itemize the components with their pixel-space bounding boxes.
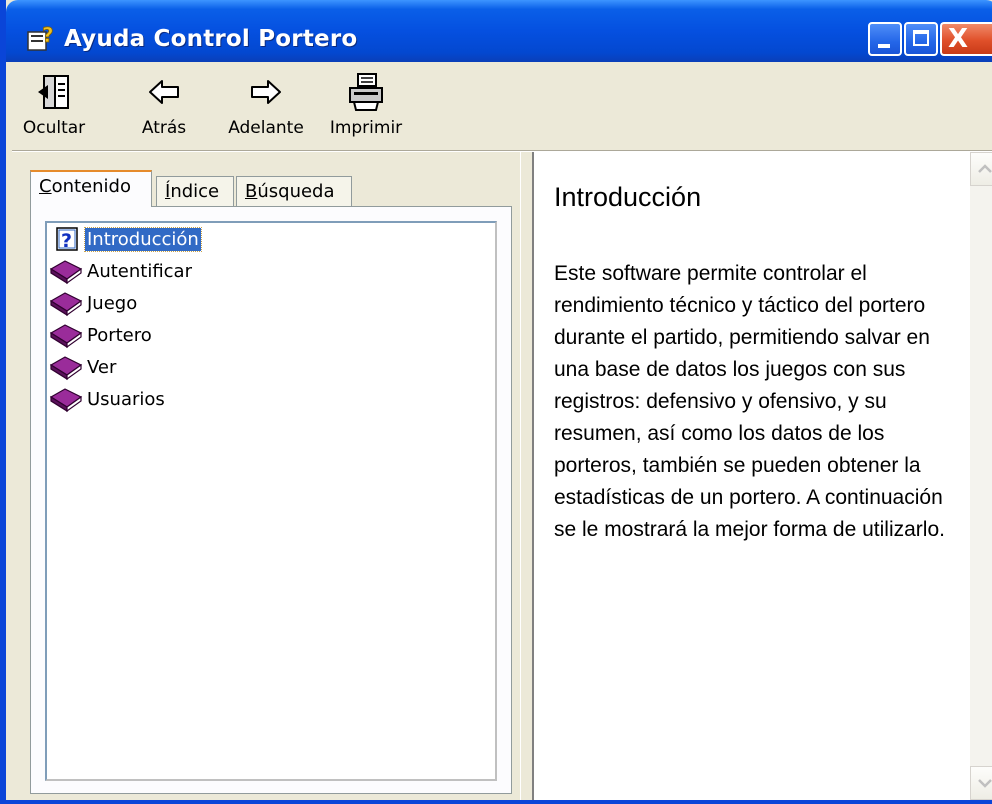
back-button[interactable]: Atrás bbox=[132, 72, 196, 138]
close-button[interactable]: X bbox=[940, 22, 992, 56]
topic-body: Este software permite controlar el rendi… bbox=[554, 262, 945, 541]
help-window: ? Ayuda Control Portero X Ocultar Atrás … bbox=[0, 0, 992, 804]
hide-label: Ocultar bbox=[22, 118, 86, 138]
tab-busqueda-label: úsqueda bbox=[257, 181, 335, 202]
print-button[interactable]: Imprimir bbox=[326, 72, 406, 138]
tree-item-usuarios[interactable]: Usuarios bbox=[49, 385, 167, 413]
tree-item-juego[interactable]: Juego bbox=[49, 289, 139, 317]
tab-contenido-mnemonic: C bbox=[39, 176, 52, 197]
tree-item-label: Autentificar bbox=[87, 260, 192, 282]
hide-pane-icon bbox=[38, 75, 69, 109]
contents-panel: ? Introducción Autentificar Juego Porter… bbox=[30, 206, 512, 794]
tab-contenido[interactable]: Contenido bbox=[30, 170, 152, 207]
toolbar: Ocultar Atrás Adelante Imprimir bbox=[12, 62, 992, 152]
tab-busqueda-mnemonic: B bbox=[245, 181, 258, 202]
contents-tree[interactable]: ? Introducción Autentificar Juego Porter… bbox=[45, 221, 497, 781]
scroll-down-button[interactable] bbox=[970, 766, 992, 800]
help-page-icon: ? bbox=[56, 227, 78, 252]
back-arrow-icon bbox=[149, 80, 179, 104]
tab-indice-label: ndice bbox=[170, 181, 220, 202]
print-label: Imprimir bbox=[329, 118, 403, 138]
tab-indice[interactable]: Índice bbox=[156, 176, 234, 206]
chevron-up-icon bbox=[978, 164, 992, 173]
scroll-up-button[interactable] bbox=[970, 152, 992, 186]
svg-text:?: ? bbox=[42, 24, 54, 47]
pane-splitter[interactable] bbox=[520, 152, 534, 800]
forward-arrow-icon bbox=[251, 80, 281, 104]
vertical-scrollbar[interactable] bbox=[970, 152, 992, 800]
tab-contenido-label: ontenido bbox=[51, 176, 131, 197]
tree-item-label: Portero bbox=[87, 324, 152, 346]
tree-item-label: Introducción bbox=[84, 226, 202, 252]
hide-button[interactable]: Ocultar bbox=[16, 72, 92, 138]
tree-item-label: Usuarios bbox=[87, 388, 165, 410]
tree-item-label: Ver bbox=[87, 356, 117, 378]
topic-pane: Introducción Este software permite contr… bbox=[534, 152, 970, 800]
navigation-pane: Contenido Índice Búsqueda ? Introducción bbox=[12, 152, 520, 800]
maximize-button[interactable] bbox=[904, 22, 938, 56]
book-icon bbox=[49, 388, 83, 413]
book-icon bbox=[49, 260, 83, 285]
forward-label: Adelante bbox=[228, 118, 304, 138]
tree-item-ver[interactable]: Ver bbox=[49, 353, 118, 381]
book-icon bbox=[49, 356, 83, 381]
tree-item-autentificar[interactable]: Autentificar bbox=[49, 257, 194, 285]
back-label: Atrás bbox=[141, 118, 187, 138]
close-icon: X bbox=[948, 24, 969, 54]
tree-item-introduccion[interactable]: ? Introducción bbox=[49, 225, 202, 253]
maximize-icon bbox=[913, 30, 929, 46]
help-book-icon: ? bbox=[27, 24, 54, 51]
book-icon bbox=[49, 292, 83, 317]
topic-heading: Introducción bbox=[554, 182, 702, 212]
book-icon bbox=[49, 324, 83, 349]
svg-text:?: ? bbox=[61, 230, 72, 252]
tree-item-portero[interactable]: Portero bbox=[49, 321, 154, 349]
printer-icon bbox=[349, 73, 383, 111]
tab-busqueda[interactable]: Búsqueda bbox=[236, 176, 352, 206]
forward-button[interactable]: Adelante bbox=[220, 72, 312, 138]
chevron-down-icon bbox=[978, 779, 992, 788]
minimize-icon bbox=[878, 44, 890, 48]
minimize-button[interactable] bbox=[868, 22, 902, 56]
tree-item-label: Juego bbox=[87, 292, 138, 314]
title-bar[interactable]: ? Ayuda Control Portero X bbox=[6, 0, 992, 62]
window-title: Ayuda Control Portero bbox=[64, 26, 358, 52]
